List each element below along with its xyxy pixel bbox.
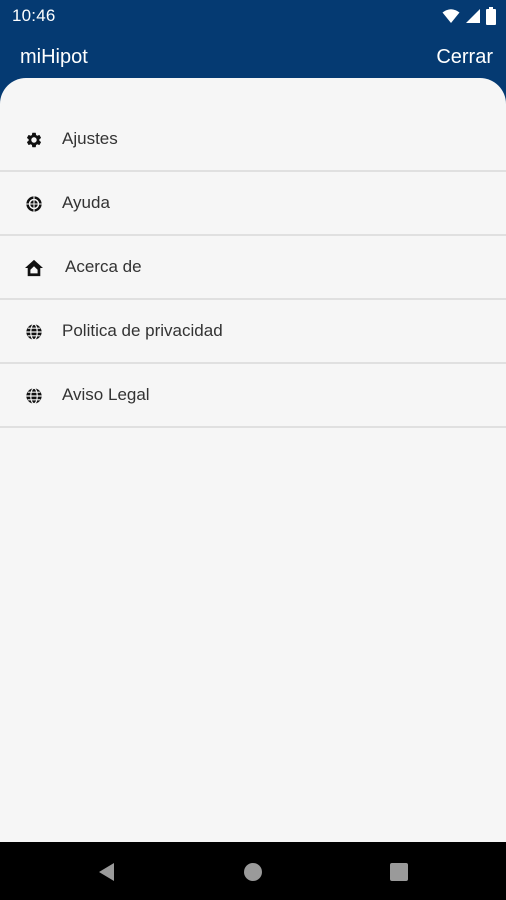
back-icon[interactable] [96,861,118,883]
menu-item-label: Acerca de [65,257,142,276]
navigation-bar [0,842,506,900]
globe-icon [24,322,44,342]
menu-item-label: Ajustes [62,129,118,148]
menu-list: Ajustes Ayuda Acerca de Politica de priv… [0,108,506,428]
app-header: miHipot Cerrar [0,32,506,82]
app-title: miHipot [20,46,88,68]
menu-item-label: Politica de privacidad [62,321,223,340]
menu-item-label: Aviso Legal [62,385,150,404]
menu-item-privacidad[interactable]: Politica de privacidad [0,300,506,364]
globe-icon [24,386,44,406]
close-button[interactable]: Cerrar [436,46,493,69]
recents-icon[interactable] [388,861,410,883]
gear-icon [24,130,44,150]
menu-item-label: Ayuda [62,193,110,212]
menu-item-ayuda[interactable]: Ayuda [0,172,506,236]
menu-item-ajustes[interactable]: Ajustes [0,108,506,172]
battery-icon [486,7,496,25]
status-time: 10:46 [12,6,56,25]
status-bar: 10:46 [0,0,506,32]
menu-sheet: Ajustes Ayuda Acerca de Politica de priv… [0,78,506,842]
home-circle-icon[interactable] [242,861,264,883]
menu-item-acerca-de[interactable]: Acerca de [0,236,506,300]
signal-icon [466,9,480,23]
help-icon [24,194,44,214]
home-icon [24,258,44,278]
menu-item-aviso-legal[interactable]: Aviso Legal [0,364,506,428]
wifi-icon [442,9,460,23]
status-icons [442,6,496,26]
